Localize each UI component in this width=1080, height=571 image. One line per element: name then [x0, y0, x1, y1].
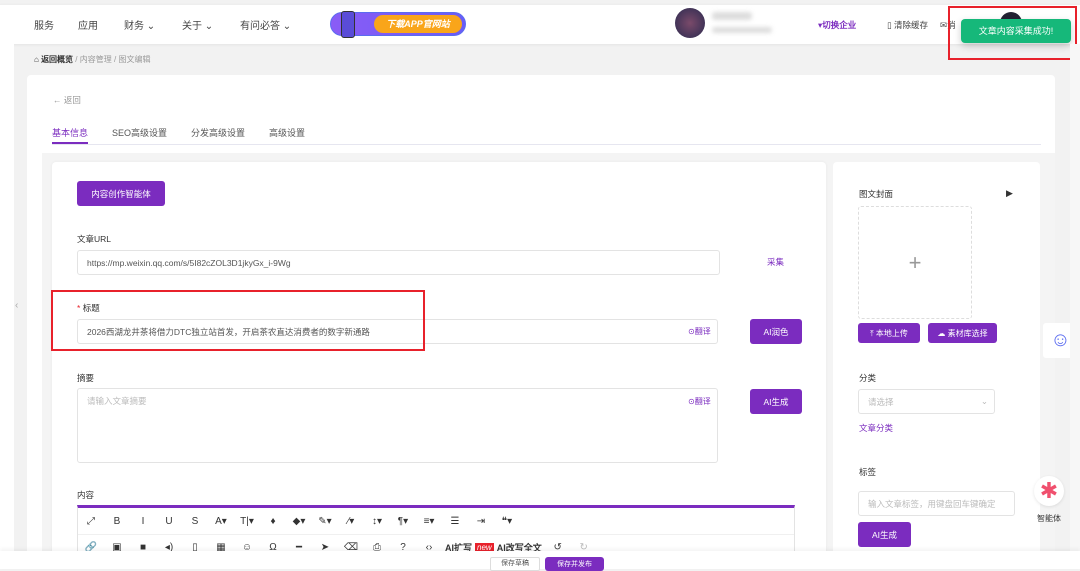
trash-icon: ▯	[887, 20, 895, 30]
tabs-divider	[52, 144, 1041, 145]
agent-label: 智能体	[1037, 514, 1061, 523]
library-select-button[interactable]: ☁ 素材库选择	[928, 323, 997, 343]
toolbar-tool-icon[interactable]: ↕▾	[364, 516, 390, 527]
collect-button[interactable]: 采集	[767, 256, 784, 268]
nav-apps[interactable]: 应用	[78, 17, 98, 32]
phone-icon	[341, 11, 355, 38]
toolbar-tool-icon[interactable]: ◆▾	[286, 516, 312, 527]
summary-placeholder: 请输入文章摘要	[87, 396, 147, 406]
nav-finance[interactable]: 财务 ⌄	[124, 17, 155, 32]
breadcrumb-content-management[interactable]: 内容管理	[80, 55, 112, 64]
category-select[interactable]: 请选择 ⌄	[858, 389, 995, 414]
switch-company-link[interactable]: ▾切换企业	[818, 19, 856, 31]
cover-label: 图文封面	[859, 189, 894, 199]
local-upload-button[interactable]: ⤒ 本地上传	[858, 323, 920, 343]
breadcrumb-separator: /	[75, 55, 78, 64]
category-placeholder: 请选择	[868, 396, 894, 407]
page-scrollbar[interactable]	[1070, 44, 1080, 551]
tags-input[interactable]: 输入文章标签，用键盘回车键确定	[858, 491, 1015, 516]
toolbar-tool-icon[interactable]: ¶▾	[390, 516, 416, 527]
footer-bar	[0, 551, 1080, 569]
tab-basic-info[interactable]: 基本信息	[52, 126, 88, 139]
breadcrumb-home[interactable]: ⌂ 返回概览	[34, 55, 73, 64]
url-input[interactable]: https://mp.weixin.qq.com/s/5I82cZOL3D1jk…	[77, 250, 720, 275]
rich-text-editor[interactable]: ⤢ B I U S A▾ T|▾ ♦ ◆▾ ✎▾ ⁄▾ ↕▾ ¶▾ ≡▾ ☰ ⇥ ❝▾ 🔗 ▣ ■ ◂) ▯ ▦ ☺ Ω ━ ➤ ⌫…	[77, 505, 795, 555]
ai-polish-button[interactable]: AI润色	[750, 319, 802, 344]
highlight-box-toast	[948, 6, 1077, 60]
highlight-box-title	[51, 290, 425, 351]
toolbar-tool-icon[interactable]: ❝▾	[494, 516, 520, 527]
toolbar-tool-icon[interactable]: S	[182, 516, 208, 527]
toolbar-tool-icon[interactable]: ✎▾	[312, 516, 338, 527]
cover-upload-area[interactable]: +	[858, 206, 972, 319]
sidebar-collapsed	[0, 44, 14, 551]
chevron-down-icon: ⌄	[980, 396, 988, 406]
user-info-blurred	[712, 27, 772, 33]
tags-label: 标签	[859, 467, 877, 477]
translate-summary-button[interactable]: ⊙翻译	[688, 396, 711, 407]
category-label: 分类	[859, 373, 877, 383]
download-app-label: 下载APP官网站	[374, 15, 462, 33]
tab-advanced[interactable]: 高级设置	[269, 126, 305, 139]
toolbar-tool-icon[interactable]: ♦	[260, 516, 286, 527]
download-app-banner[interactable]: 下载APP官网站	[330, 11, 466, 38]
category-link[interactable]: 文章分类	[859, 422, 893, 434]
plus-icon: +	[908, 249, 922, 275]
nav-about[interactable]: 关于 ⌄	[182, 17, 213, 32]
summary-textarea[interactable]: 请输入文章摘要	[77, 388, 718, 463]
clear-cache-button[interactable]: ▯ 清除缓存	[887, 19, 928, 31]
toolbar-tool-icon[interactable]: ⇥	[468, 516, 494, 527]
user-avatar[interactable]	[675, 8, 705, 38]
toolbar-tool-icon[interactable]: U	[156, 516, 182, 527]
toolbar-tool-icon[interactable]: T|▾	[234, 516, 260, 527]
username-blurred	[712, 12, 752, 20]
home-icon: ⌂	[34, 55, 42, 64]
nav-services[interactable]: 服务	[34, 17, 54, 32]
play-icon[interactable]: ▶	[1006, 188, 1013, 199]
toolbar-tool-icon[interactable]: ≡▾	[416, 516, 442, 527]
ai-generate-summary-button[interactable]: AI生成	[750, 389, 802, 414]
agent-star-icon[interactable]: ✱	[1034, 476, 1064, 506]
sidebar-toggle-icon[interactable]: ‹	[15, 300, 18, 311]
toolbar-tool-icon[interactable]: ⁄▾	[338, 516, 364, 527]
clear-cache-label: 清除缓存	[894, 20, 929, 30]
breadcrumb-separator: /	[114, 55, 117, 64]
translate-title-button[interactable]: ⊙翻译	[688, 326, 711, 337]
content-agent-button[interactable]: 内容创作智能体	[77, 181, 165, 206]
url-label: 文章URL	[77, 234, 112, 244]
content-label: 内容	[77, 490, 95, 500]
toolbar-tool-icon[interactable]: B	[104, 516, 130, 527]
editor-toolbar-row-1: ⤢ B I U S A▾ T|▾ ♦ ◆▾ ✎▾ ⁄▾ ↕▾ ¶▾ ≡▾ ☰ ⇥ ❝▾	[78, 508, 794, 534]
tab-seo[interactable]: SEO高级设置	[112, 126, 167, 139]
tags-placeholder: 输入文章标签，用键盘回车键确定	[868, 498, 996, 509]
toolbar-tool-icon[interactable]: A▾	[208, 516, 234, 527]
ai-generate-tags-button[interactable]: AI生成	[858, 522, 911, 547]
nav-faq[interactable]: 有问必答 ⌄	[240, 17, 291, 32]
tab-distribution[interactable]: 分发高级设置	[191, 126, 245, 139]
back-link[interactable]: ← 返回	[53, 94, 81, 106]
toolbar-tool-icon[interactable]: ☰	[442, 516, 468, 527]
summary-label: 摘要	[77, 373, 95, 383]
toolbar-tool-icon[interactable]: ⤢	[78, 516, 104, 527]
form-card	[52, 162, 826, 557]
breadcrumb: ⌂ 返回概览 / 内容管理 / 图文编辑	[34, 54, 150, 65]
breadcrumb-current: 图文编辑	[118, 55, 151, 64]
toolbar-tool-icon[interactable]: I	[130, 516, 156, 527]
